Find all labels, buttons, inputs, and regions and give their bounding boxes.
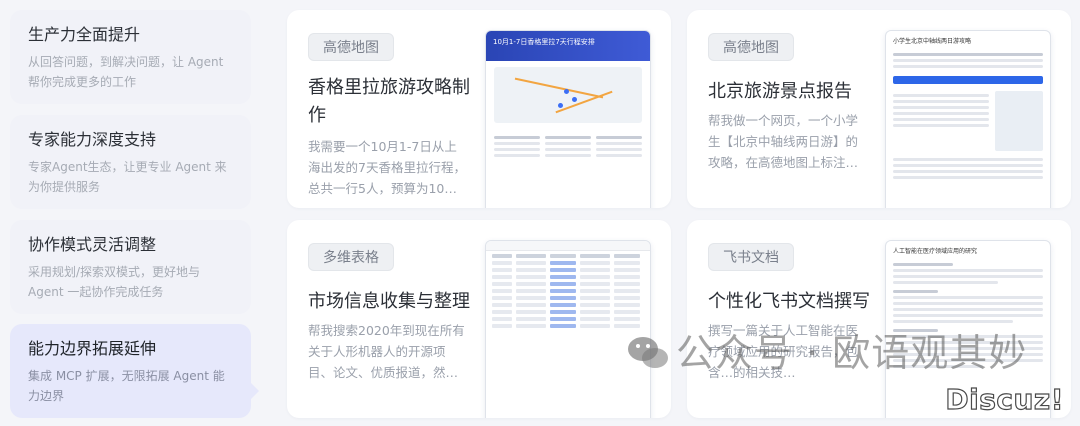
preview-header: 10月1-7日香格里拉7天行程安排: [486, 31, 650, 61]
feature-extension[interactable]: 能力边界拓展延伸 集成 MCP 扩展，无限拓展 Agent 能力边界: [10, 324, 259, 418]
feature-collaboration[interactable]: 协作模式灵活调整 采用规划/探索双模式，更好地与 Agent 一起协作完成任务: [10, 220, 251, 314]
feature-productivity[interactable]: 生产力全面提升 从回答问题，到解决问题，让 Agent 帮你完成更多的工作: [10, 10, 251, 104]
wechat-icon: [628, 337, 668, 368]
card-tag: 飞书文档: [708, 243, 794, 271]
card-tag: 多维表格: [308, 243, 394, 271]
feature-expert[interactable]: 专家能力深度支持 专家Agent生态，让更专业 Agent 来为你提供服务: [10, 115, 251, 209]
map-thumbnail: [494, 67, 642, 123]
case-card-beijing[interactable]: 高德地图 北京旅游景点报告 帮我做一个网页，一个小学生【北京中轴线两日游】的攻略…: [687, 10, 1071, 208]
card-title: 个性化飞书文档撰写: [708, 291, 870, 312]
feature-title: 能力边界拓展延伸: [28, 339, 157, 358]
preview-title: 小学生北京中轴线两日游攻略: [893, 38, 972, 45]
feature-title: 协作模式灵活调整: [28, 235, 157, 254]
card-title: 北京旅游景点报告: [708, 81, 852, 102]
feature-title: 专家能力深度支持: [28, 130, 157, 149]
card-tag: 高德地图: [708, 33, 794, 61]
feature-desc: 集成 MCP 扩展，无限拓展 Agent 能力边界: [28, 369, 225, 403]
feature-title: 生产力全面提升: [28, 25, 141, 44]
card-title: 香格里拉旅游攻略制作: [308, 77, 470, 126]
watermark: 公众号 · 欧语观其妙: [626, 322, 1027, 377]
card-title: 市场信息收集与整理: [308, 291, 470, 312]
card-desc: 帮我做一个网页，一个小学生【北京中轴线两日游】的攻略，在高德地图上标注出景…: [708, 113, 859, 170]
feature-desc: 从回答问题，到解决问题，让 Agent 帮你完成更多的工作: [28, 55, 224, 89]
card-desc: 帮我搜索2020年到现在所有关于人形机器人的开源项目、论文、优质报道，然后深度总…: [308, 323, 465, 380]
card-preview-image: 10月1-7日香格里拉7天行程安排: [485, 30, 651, 208]
card-preview-image: 小学生北京中轴线两日游攻略: [885, 30, 1051, 208]
feature-desc: 专家Agent生态，让更专业 Agent 来为你提供服务: [28, 160, 227, 194]
preview-title: 人工智能在医疗领域应用的研究: [893, 248, 978, 255]
card-desc: 我需要一个10月1-7日从上海出发的7天香格里拉行程，总共一行5人，预算为10万…: [308, 139, 466, 196]
case-card-shangri-la[interactable]: 高德地图 香格里拉旅游攻略制作 我需要一个10月1-7日从上海出发的7天香格里拉…: [287, 10, 671, 208]
case-card-market-research[interactable]: 多维表格 市场信息收集与整理 帮我搜索2020年到现在所有关于人形机器人的开源项…: [287, 220, 671, 418]
card-tag: 高德地图: [308, 33, 394, 61]
discuz-logo: Discuz!: [945, 382, 1064, 416]
watermark-text: 公众号 · 欧语观其妙: [676, 331, 1028, 375]
preview-title: 10月1-7日香格里拉7天行程安排: [493, 38, 595, 46]
feature-desc: 采用规划/探索双模式，更好地与 Agent 一起协作完成任务: [28, 265, 201, 299]
